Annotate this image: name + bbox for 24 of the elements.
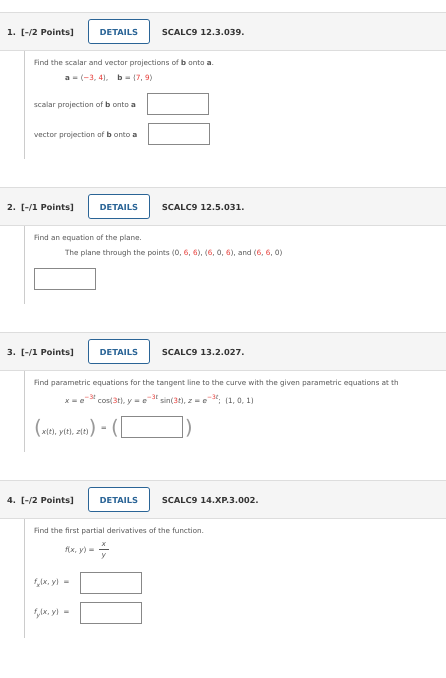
question-number: 1. [7, 26, 16, 36]
question-number: 4. [7, 494, 16, 504]
answer-field[interactable] [80, 572, 142, 594]
question-number: 3. [7, 346, 16, 356]
problem-code: SCALC9 12.3.039. [162, 26, 244, 36]
problem-code: SCALC9 13.2.027. [162, 346, 244, 356]
problem-code: SCALC9 14.XP.3.002. [162, 494, 259, 504]
answer-field[interactable] [148, 123, 210, 145]
details-button[interactable]: DETAILS [88, 194, 150, 219]
question-number: 2. [7, 202, 16, 212]
open-paren: ( [111, 416, 119, 438]
answer-field[interactable] [120, 416, 183, 438]
problem-code: SCALC9 12.5.031. [162, 202, 244, 212]
answer-field[interactable] [80, 602, 142, 624]
close-paren: ) [184, 416, 193, 438]
details-button[interactable]: DETAILS [88, 487, 150, 512]
details-button[interactable]: DETAILS [88, 339, 150, 364]
answer-field[interactable] [34, 268, 96, 290]
points-label: [–/2 Points] [20, 26, 74, 36]
points-label: [–/1 Points] [20, 346, 74, 356]
details-button[interactable]: DETAILS [88, 19, 150, 44]
points-label: [–/2 Points] [20, 494, 74, 504]
answer-field[interactable] [146, 93, 209, 115]
points-label: [–/1 Points] [20, 202, 74, 212]
